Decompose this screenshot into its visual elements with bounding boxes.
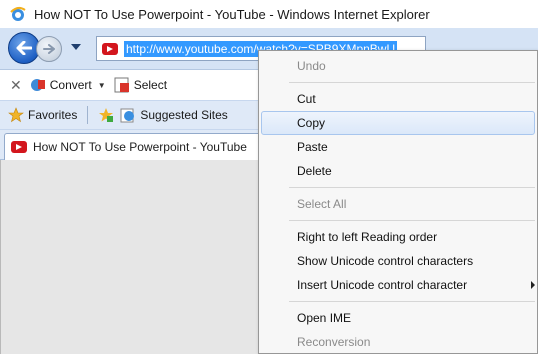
menu-item-reconversion[interactable]: Reconversion <box>259 330 537 354</box>
convert-icon <box>30 79 45 91</box>
chevron-down-icon: ▼ <box>97 80 106 90</box>
menu-separator <box>289 187 535 188</box>
convert-button[interactable]: Convert ▼ <box>30 77 106 93</box>
add-to-favorites-button[interactable] <box>98 107 114 123</box>
menu-separator <box>289 220 535 221</box>
recent-pages-dropdown[interactable] <box>70 41 82 53</box>
menu-item-copy[interactable]: Copy <box>261 111 535 135</box>
menu-separator <box>289 301 535 302</box>
menu-item-open-ime[interactable]: Open IME <box>259 306 537 330</box>
context-menu: Undo Cut Copy Paste Delete Select All Ri… <box>258 50 538 354</box>
back-arrow-icon <box>16 41 32 55</box>
select-button[interactable]: Select <box>114 77 167 93</box>
select-icon <box>114 77 129 93</box>
menu-item-insert-unicode[interactable]: Insert Unicode control character <box>259 273 537 297</box>
favorites-label: Favorites <box>28 108 78 122</box>
add-favorites-icon <box>99 108 114 122</box>
favorites-star-icon <box>8 107 24 123</box>
youtube-favicon-icon <box>11 141 27 153</box>
youtube-favicon-icon <box>102 42 118 55</box>
suggested-sites-button[interactable]: Suggested Sites <box>120 107 228 123</box>
toolbar-divider <box>87 106 89 124</box>
forward-button[interactable] <box>36 36 62 62</box>
tab-title: How NOT To Use Powerpoint - YouTube <box>33 140 247 154</box>
suggested-sites-icon <box>120 108 135 123</box>
forward-arrow-icon <box>43 44 55 54</box>
window-title: How NOT To Use Powerpoint - YouTube - Wi… <box>34 6 430 22</box>
menu-item-show-unicode[interactable]: Show Unicode control characters <box>259 249 537 273</box>
suggested-sites-label: Suggested Sites <box>140 108 228 122</box>
menu-item-paste[interactable]: Paste <box>259 135 537 159</box>
select-label: Select <box>133 78 168 92</box>
ie-logo-icon <box>10 6 26 22</box>
menu-separator <box>289 82 535 83</box>
chevron-down-icon <box>71 44 81 50</box>
close-icon[interactable]: ✕ <box>10 77 22 94</box>
menu-item-undo[interactable]: Undo <box>259 54 537 78</box>
menu-item-rtl-reading-order[interactable]: Right to left Reading order <box>259 225 537 249</box>
convert-label: Convert <box>49 78 92 92</box>
menu-item-select-all[interactable]: Select All <box>259 192 537 216</box>
tab-youtube[interactable]: How NOT To Use Powerpoint - YouTube <box>4 133 264 160</box>
title-bar: How NOT To Use Powerpoint - YouTube - Wi… <box>0 0 538 28</box>
favorites-button[interactable]: Favorites <box>8 107 77 123</box>
menu-item-delete[interactable]: Delete <box>259 159 537 183</box>
menu-item-cut[interactable]: Cut <box>259 87 537 111</box>
submenu-arrow-icon <box>531 281 535 289</box>
